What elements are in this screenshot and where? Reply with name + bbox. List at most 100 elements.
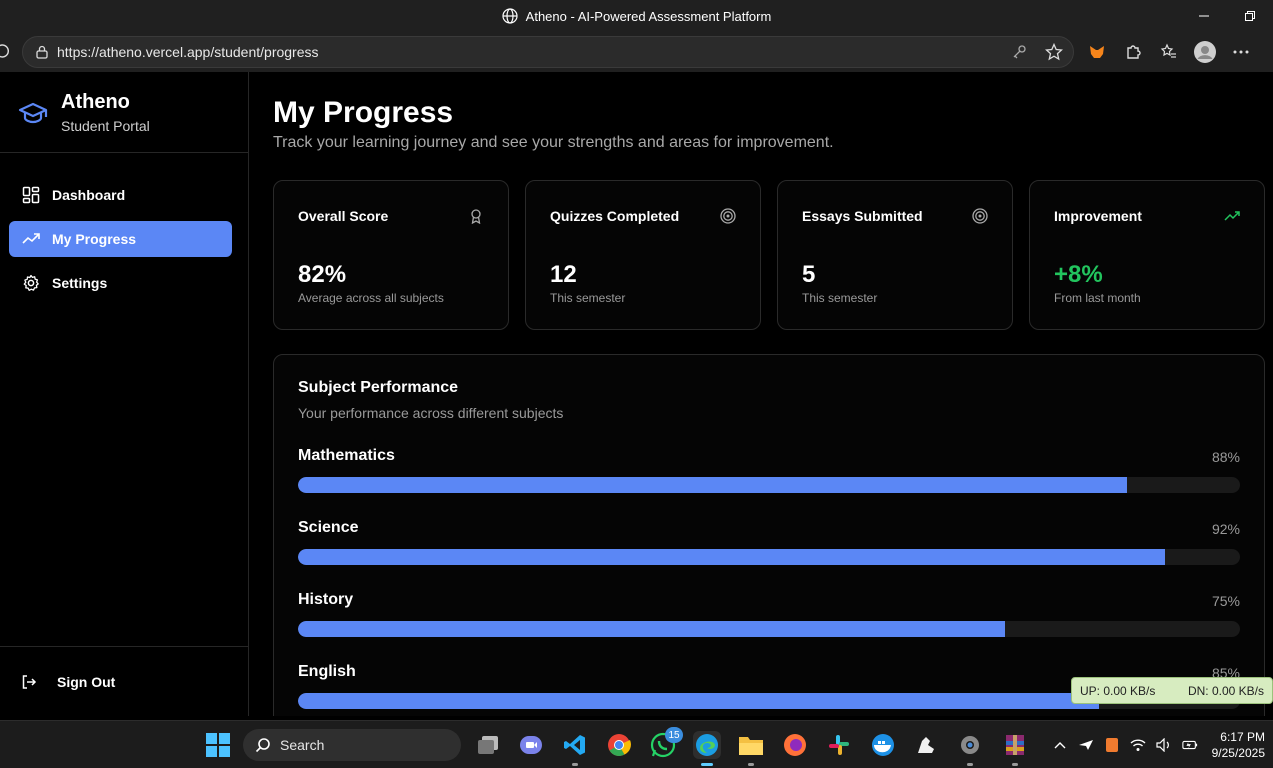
sidebar-item-settings[interactable]: Settings	[9, 265, 232, 301]
sidebar: Atheno Student Portal Dashboard My Progr…	[0, 72, 249, 716]
stat-value: 12	[550, 261, 577, 288]
minimize-icon	[1199, 15, 1209, 17]
main-content: My Progress Track your learning journey …	[249, 72, 1273, 716]
progress-fill	[298, 549, 1165, 565]
sign-out-button[interactable]: Sign Out	[0, 646, 248, 716]
progress-bar	[298, 549, 1240, 565]
graduation-cap-icon	[18, 102, 48, 124]
section-subtitle: Your performance across different subjec…	[298, 405, 564, 421]
browser-title-bar: Atheno - AI-Powered Assessment Platform	[0, 0, 1273, 32]
target-icon	[972, 208, 988, 224]
sign-out-label: Sign Out	[57, 673, 116, 690]
subject-percent: 88%	[1211, 449, 1240, 465]
metamask-extension-icon[interactable]	[1086, 41, 1108, 63]
page-subtitle: Track your learning journey and see your…	[273, 134, 834, 151]
page-title: My Progress	[273, 96, 454, 129]
system-clock[interactable]: 6:17 PM 9/25/2025	[1212, 729, 1265, 761]
subject-name: History	[298, 591, 354, 608]
url-text[interactable]: https://atheno.vercel.app/student/progre…	[57, 44, 319, 60]
sidebar-item-label: Dashboard	[52, 187, 126, 203]
minimize-button[interactable]	[1181, 0, 1227, 32]
window-title: Atheno - AI-Powered Assessment Platform	[502, 8, 772, 24]
favorite-star-icon[interactable]	[1045, 43, 1063, 61]
docker-icon[interactable]	[869, 731, 897, 759]
vscode-icon[interactable]	[561, 731, 589, 766]
tray-app-icon[interactable]	[1078, 737, 1094, 753]
restore-icon	[1245, 11, 1255, 21]
window-title-text: Atheno - AI-Powered Assessment Platform	[525, 8, 772, 24]
gear-icon	[22, 274, 40, 292]
tray-app-orange-icon[interactable]	[1104, 737, 1120, 753]
progress-fill	[298, 621, 1005, 637]
task-view-icon[interactable]	[474, 731, 502, 759]
extensions-icon[interactable]	[1122, 41, 1144, 63]
site-info-icon[interactable]	[35, 45, 49, 59]
stat-subtitle: This semester	[802, 291, 878, 305]
subject-row-mathematics: Mathematics 88%	[298, 447, 1240, 493]
subject-percent: 92%	[1211, 521, 1240, 537]
network-speed-widget: UP: 0.00 KB/s DN: 0.00 KB/s	[1071, 677, 1273, 704]
stat-value: 5	[802, 261, 816, 288]
stat-card-improvement: Improvement +8% From last month	[1029, 180, 1265, 330]
whatsapp-icon[interactable]: 15	[649, 727, 683, 759]
favorites-icon[interactable]	[1158, 41, 1180, 63]
wifi-icon[interactable]	[1130, 737, 1146, 753]
subject-name: Mathematics	[298, 447, 395, 464]
stat-card-quizzes-completed: Quizzes Completed 12 This semester	[525, 180, 761, 330]
download-speed: DN: 0.00 KB/s	[1187, 683, 1264, 698]
search-label: Search	[280, 737, 325, 753]
dashboard-grid-icon	[22, 186, 40, 204]
volume-icon[interactable]	[1156, 737, 1172, 753]
more-menu-icon[interactable]	[1230, 41, 1252, 63]
trending-up-icon	[22, 230, 40, 248]
subject-row-history: History 75%	[298, 591, 1240, 637]
firefox-icon[interactable]	[781, 731, 809, 759]
slack-icon[interactable]	[825, 731, 853, 759]
progress-fill	[298, 477, 1127, 493]
clock-time: 6:17 PM	[1220, 730, 1265, 744]
winrar-icon[interactable]	[1001, 731, 1029, 766]
sidebar-item-my-progress[interactable]: My Progress	[9, 221, 232, 257]
upload-speed: UP: 0.00 KB/s	[1080, 683, 1156, 698]
stat-subtitle: Average across all subjects	[298, 291, 444, 305]
stat-title: Improvement	[1054, 208, 1142, 224]
address-bar[interactable]: https://atheno.vercel.app/student/progre…	[22, 36, 1074, 68]
award-icon	[471, 209, 481, 224]
stat-subtitle: From last month	[1054, 291, 1141, 305]
sidebar-item-dashboard[interactable]: Dashboard	[9, 177, 232, 213]
brand-subtitle: Student Portal	[61, 118, 150, 134]
battery-icon[interactable]	[1182, 737, 1198, 753]
stat-value: 82%	[298, 261, 347, 288]
edge-icon[interactable]	[693, 731, 721, 766]
clock-date: 9/25/2025	[1211, 746, 1265, 760]
progress-bar	[298, 477, 1240, 493]
subject-percent: 75%	[1211, 593, 1240, 609]
reload-icon	[0, 43, 9, 58]
brand-name: Atheno	[61, 91, 130, 113]
target-icon	[720, 208, 736, 224]
windows-start-icon[interactable]	[205, 732, 231, 758]
app-animal-icon[interactable]	[912, 731, 940, 759]
stat-subtitle: This semester	[550, 291, 626, 305]
sidebar-item-label: Settings	[52, 275, 108, 291]
restore-button[interactable]	[1227, 0, 1273, 32]
stat-title: Essays Submitted	[802, 208, 923, 224]
sign-out-icon	[22, 674, 37, 689]
globe-icon	[502, 8, 518, 24]
teams-meet-icon[interactable]	[517, 731, 545, 759]
profile-avatar[interactable]	[1194, 41, 1216, 63]
progress-fill	[298, 693, 1099, 709]
sidebar-item-label: My Progress	[52, 231, 137, 247]
section-title: Subject Performance	[298, 379, 459, 396]
stat-value: +8%	[1054, 261, 1103, 288]
file-explorer-icon[interactable]	[737, 731, 765, 766]
settings-app-icon[interactable]	[956, 731, 984, 766]
brand-header: Atheno Student Portal	[0, 72, 248, 153]
chevron-up-icon[interactable]	[1052, 737, 1068, 753]
chrome-icon[interactable]	[605, 731, 633, 759]
key-icon[interactable]	[1011, 44, 1027, 60]
taskbar-search[interactable]: Search	[243, 729, 461, 761]
reload-button[interactable]	[0, 43, 18, 62]
stat-title: Quizzes Completed	[550, 208, 680, 224]
system-tray	[1052, 721, 1198, 768]
